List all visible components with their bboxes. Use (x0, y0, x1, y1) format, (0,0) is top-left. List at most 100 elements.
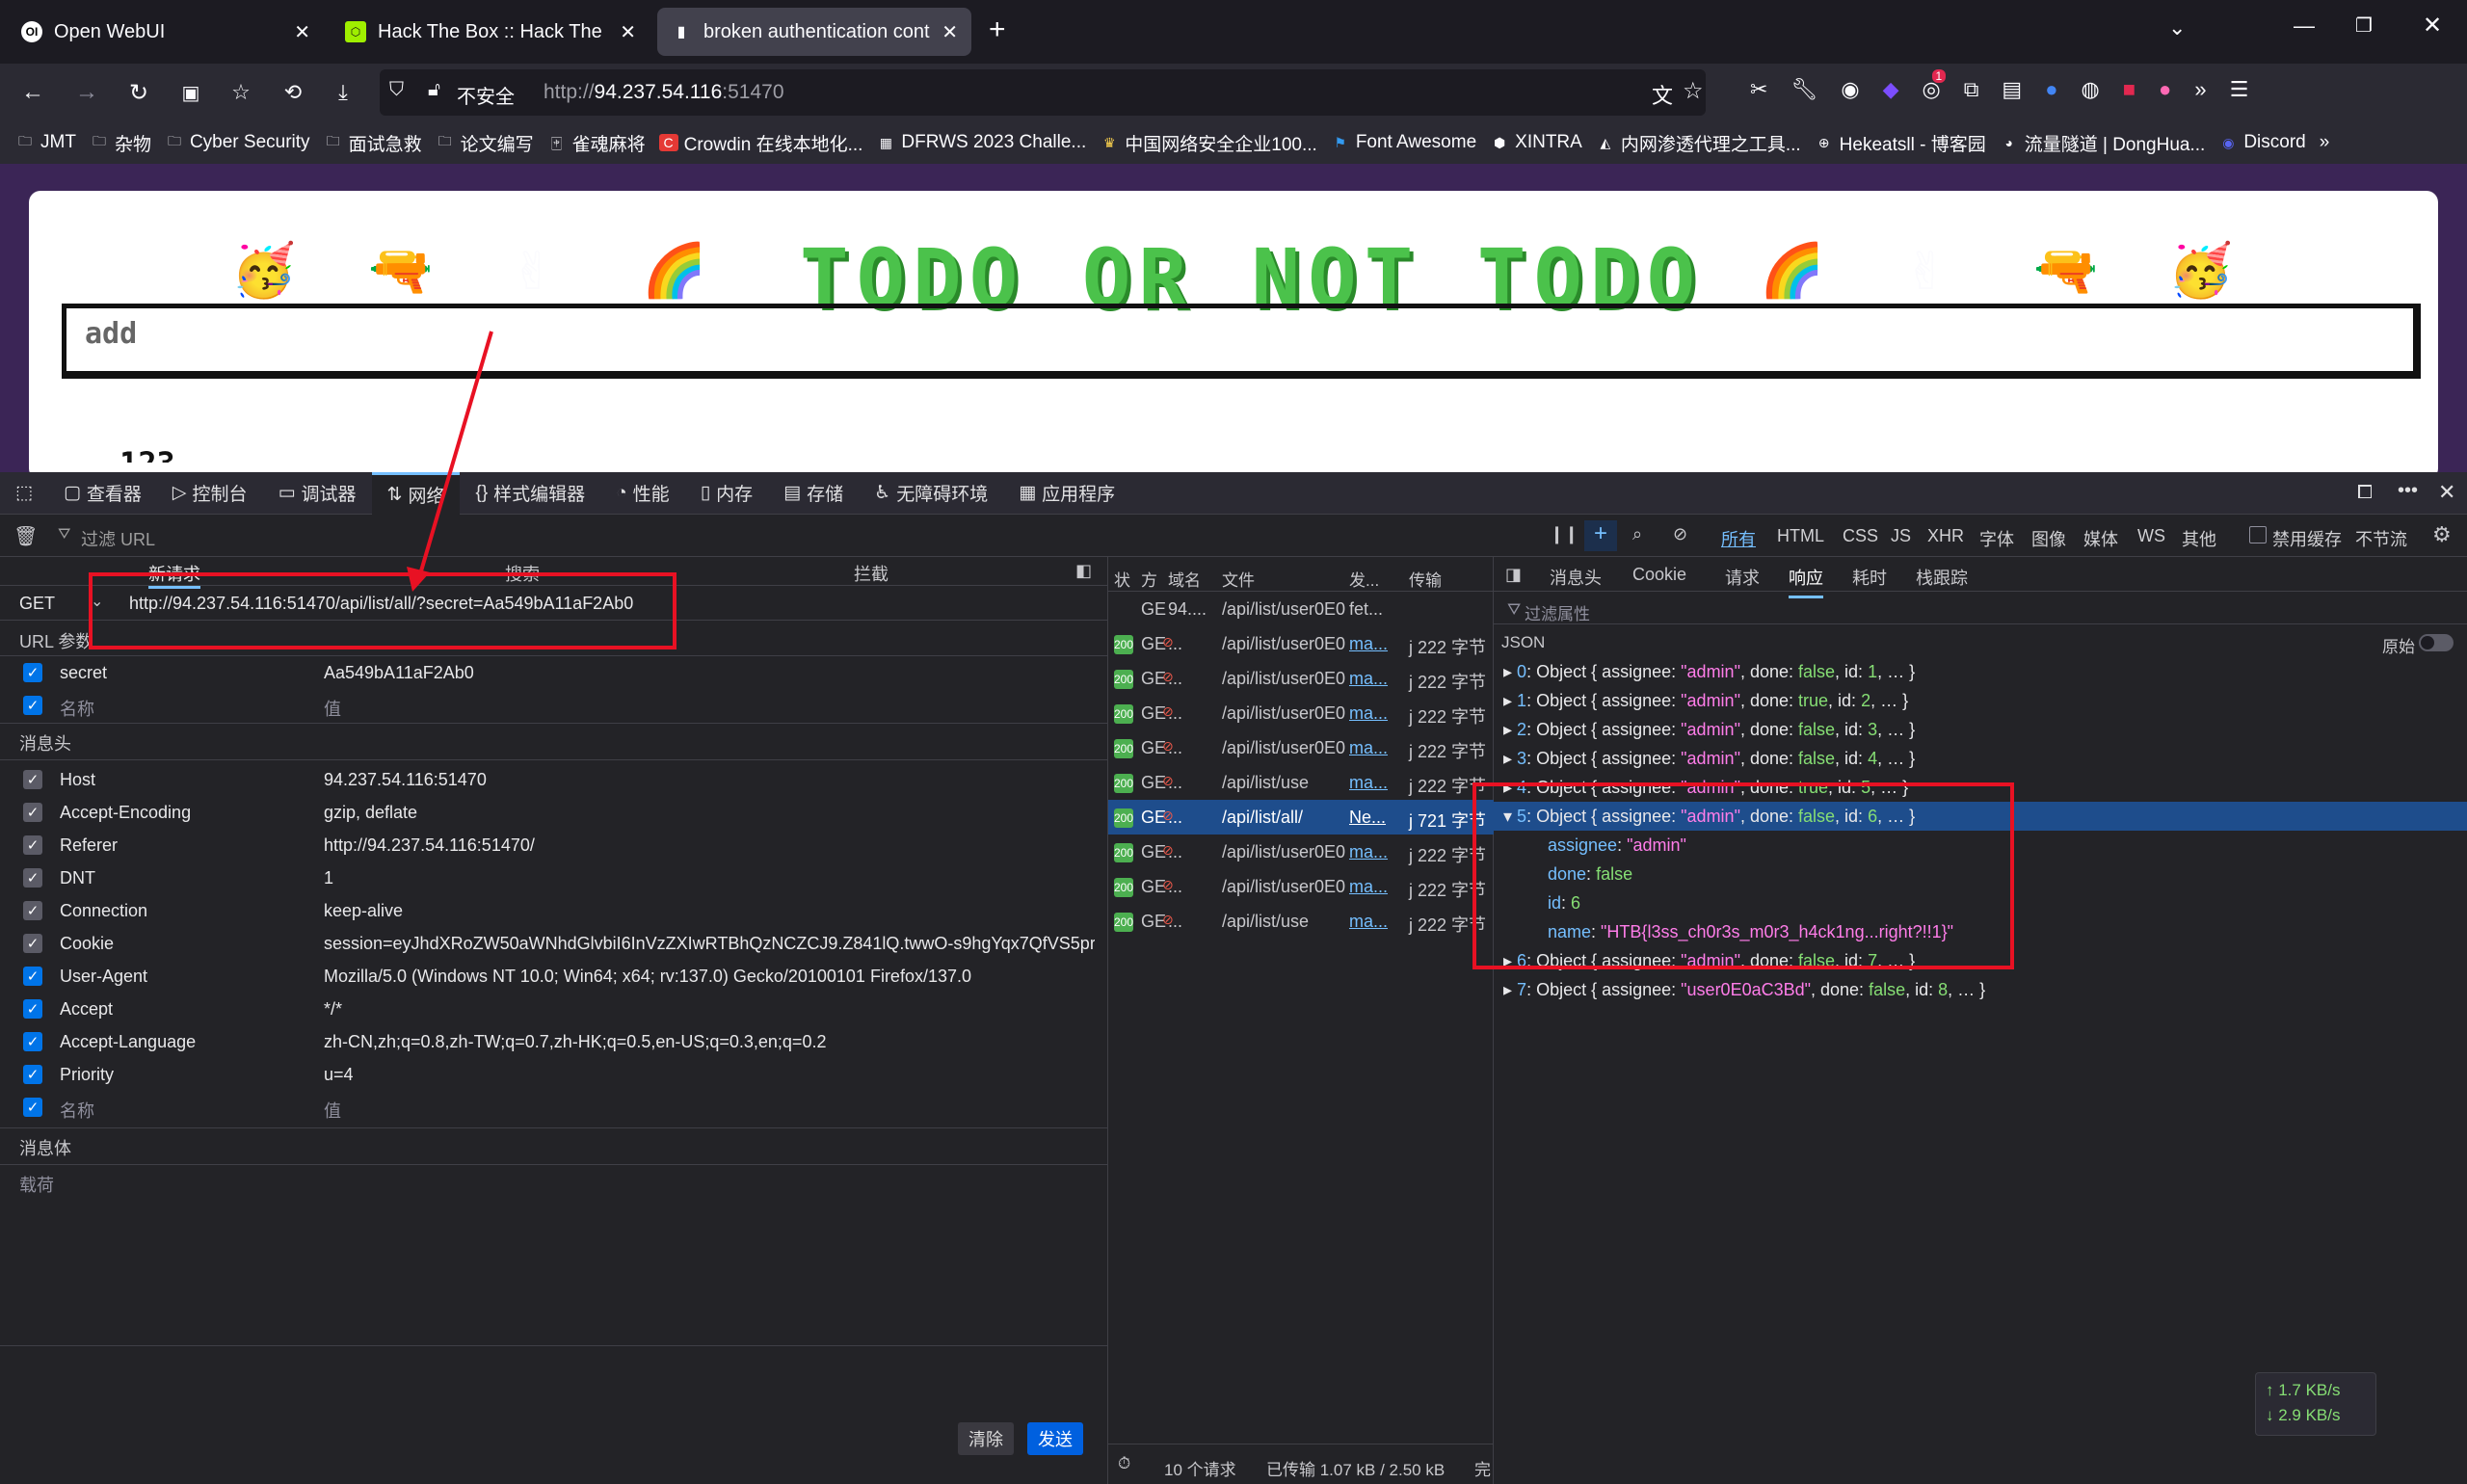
checkbox[interactable]: ✓ (23, 868, 42, 888)
header-name[interactable]: Accept-Language (60, 1032, 196, 1052)
puzzle-icon[interactable]: ⧉ (1964, 77, 1979, 102)
param-value[interactable]: Aa549bA11aF2Ab0 (324, 663, 1095, 683)
bookmark-folder[interactable]: 🗀︎ JMT (15, 132, 76, 153)
request-row[interactable]: 200 GE.../api/list/user0E0 ma... j 222 字节 ⊘ (1108, 626, 1494, 661)
checkbox[interactable]: ✓ (23, 770, 42, 789)
json-row[interactable]: ▸ 7: Object { assignee: "user0E0aC3Bd", … (1494, 975, 2467, 1004)
filter-html[interactable]: HTML (1777, 526, 1824, 546)
filter-xhr[interactable]: XHR (1927, 526, 1964, 546)
json-row[interactable]: ▸ 1: Object { assignee: "admin", done: t… (1494, 686, 2467, 715)
tab-console[interactable]: ▷ 控制台 (157, 472, 263, 515)
bookmark-link[interactable]: ⚑ Font Awesome (1331, 132, 1477, 153)
tab-hackthebox[interactable]: ⬡ Hack The Box :: Hack The Box ✕ (332, 8, 650, 56)
window-close-icon[interactable]: ✕ (2423, 12, 2442, 40)
header-value[interactable]: */* (324, 999, 1095, 1020)
header-value[interactable]: 值 (324, 1098, 1095, 1123)
header-value[interactable]: 94.237.54.116:51470 (324, 770, 1095, 790)
tab-style-editor[interactable]: {} 样式编辑器 (460, 472, 600, 515)
pick-element-icon[interactable]: ⬚ (0, 472, 48, 515)
header-row[interactable]: ✓ 名称 值 (0, 1091, 1108, 1124)
header-value[interactable]: Mozilla/5.0 (Windows NT 10.0; Win64; x64… (324, 967, 1095, 987)
bookmarks-overflow-icon[interactable]: » (2320, 132, 2330, 153)
header-row[interactable]: ✓ Accept-Encoding gzip, deflate (0, 796, 1108, 829)
json-row[interactable]: ▸ 2: Object { assignee: "admin", done: f… (1494, 715, 2467, 744)
tab-application[interactable]: ▦ 应用程序 (1003, 472, 1130, 515)
extension-icon[interactable]: ◎ 1 (1923, 69, 1947, 102)
checkbox[interactable]: ✓ (23, 1065, 42, 1084)
throttle-select[interactable]: 不节流 (2355, 526, 2407, 551)
request-row[interactable]: 200 GE.../api/list/user0E0 ma... j 222 字节 ⊘ (1108, 835, 1494, 869)
tab-performance[interactable]: ◔ 性能 (600, 472, 685, 515)
header-row[interactable]: ✓ Priority u=4 (0, 1058, 1108, 1091)
forward-icon[interactable]: → (71, 77, 102, 108)
filter-css[interactable]: CSS (1843, 526, 1878, 546)
tab-accessibility[interactable]: ♿︎ 无障碍环境 (859, 472, 1003, 515)
header-name[interactable]: Accept (60, 999, 113, 1020)
send-button[interactable]: 发送 (1027, 1422, 1083, 1455)
request-row[interactable]: 200 GE.../api/list/user0E0 ma... j 222 字节 ⊘ (1108, 869, 1494, 904)
bookmark-link[interactable]: ⬢ XINTRA (1490, 132, 1582, 153)
checkbox[interactable]: ✓ (23, 1098, 42, 1117)
extension-icon[interactable]: ◉ (1841, 77, 1859, 102)
header-value[interactable]: u=4 (324, 1065, 1095, 1085)
bookmark-folder[interactable]: 🗀︎ Cyber Security (165, 132, 310, 153)
col-method[interactable]: 方 (1141, 567, 1157, 591)
url-param-row[interactable]: ✓ 名称 值 (0, 689, 1108, 722)
tab-cookie[interactable]: Cookie (1632, 565, 1686, 585)
header-name[interactable]: Host (60, 770, 95, 790)
todo-item[interactable]: 123 (119, 445, 175, 463)
close-icon[interactable]: ✕ (942, 20, 958, 44)
checkbox[interactable]: ✓ (23, 663, 42, 682)
bookmark-link[interactable]: ⊕ Hekeatsll - 博客园 (1815, 130, 1986, 156)
filter-media[interactable]: 媒体 (2083, 526, 2118, 551)
header-value[interactable]: zh-CN,zh;q=0.8,zh-TW;q=0.7,zh-HK;q=0.5,e… (324, 1032, 1095, 1052)
close-devtools-icon[interactable]: ✕ (2438, 480, 2455, 505)
header-name[interactable]: 名称 (60, 1098, 94, 1123)
insecure-lock-icon[interactable]: 🔓︎ (428, 79, 440, 101)
col-file[interactable]: 文件 (1222, 567, 1255, 591)
bookmark-manager-icon[interactable]: ☆ (225, 77, 256, 108)
block-icon[interactable]: ⊘ (1673, 524, 1687, 544)
overflow-chevron-icon[interactable]: » (2194, 77, 2206, 102)
url-param-row[interactable]: ✓ secret Aa549bA11aF2Ab0 (0, 656, 1108, 689)
translate-icon[interactable]: 文 (1652, 79, 1673, 110)
checkbox[interactable]: ✓ (23, 1032, 42, 1051)
filter-fonts[interactable]: 字体 (1979, 526, 2014, 551)
restore-icon[interactable]: ❐ (2355, 13, 2373, 38)
checkbox[interactable]: ✓ (23, 901, 42, 920)
tab-timings[interactable]: 耗时 (1852, 565, 1887, 590)
extension-icon[interactable]: ◍ (2082, 77, 2100, 102)
request-row[interactable]: 200 GE.../api/list/all/Ne... j 721 字节 ⊘ (1108, 800, 1494, 835)
checkbox[interactable]: ✓ (23, 999, 42, 1019)
pause-icon[interactable]: ❙❙ (1550, 524, 1578, 544)
tab-broken-auth[interactable]: ▮ broken authentication contro ✕ (657, 8, 971, 56)
wrench-icon[interactable]: 🔧︎ (1791, 77, 1817, 102)
new-request-plus-icon[interactable]: + (1584, 520, 1617, 551)
request-row[interactable]: 200 GE.../api/list/use ma... j 222 字节 ⊘ (1108, 904, 1494, 939)
filter-other[interactable]: 其他 (2182, 526, 2216, 551)
raw-toggle[interactable] (2419, 634, 2454, 651)
header-name[interactable]: Cookie (60, 934, 114, 954)
header-value[interactable]: session=eyJhdXRoZW50aWNhdGlvbiI6InVzZXIw… (324, 934, 1095, 954)
tab-list-chevron-icon[interactable]: ⌄ (2168, 15, 2186, 40)
header-name[interactable]: Accept-Encoding (60, 803, 191, 823)
filter-all[interactable]: 所有 (1721, 526, 1756, 551)
header-row[interactable]: ✓ Cookie session=eyJhdXRoZW50aWNhdGlvbiI6I… (0, 927, 1108, 960)
url-bar[interactable]: ⛉ 🔓︎ 不安全 http://94.237.54.116:51470 文 ☆ (380, 69, 1706, 116)
json-row[interactable]: ▸ 0: Object { assignee: "admin", done: f… (1494, 657, 2467, 686)
tab-memory[interactable]: ▯ 内存 (685, 472, 768, 515)
checkbox[interactable]: ✓ (23, 835, 42, 855)
extension-icon[interactable]: ✂ (1750, 77, 1767, 102)
json-row[interactable]: ▸ 3: Object { assignee: "admin", done: f… (1494, 744, 2467, 773)
tab-storage[interactable]: ▤ 存储 (768, 472, 859, 515)
request-row[interactable]: 200 GE.../api/list/user0E0 ma... j 222 字节 ⊘ (1108, 661, 1494, 696)
toggle-sidebar-icon[interactable]: ◧ (1075, 561, 1092, 581)
extension-icon[interactable]: ● (2159, 77, 2171, 102)
request-row[interactable]: 200 GE.../api/list/user0E0 ma... j 222 字节 ⊘ (1108, 730, 1494, 765)
sidebar-toggle-icon[interactable]: ◨ (1505, 565, 1522, 585)
header-row[interactable]: ✓ Accept-Language zh-CN,zh;q=0.8,zh-TW;q=0… (0, 1025, 1108, 1058)
header-name[interactable]: Referer (60, 835, 118, 856)
tab-open-webui[interactable]: OI Open WebUI ✕ (8, 8, 324, 56)
bookmark-link[interactable]: ◉ Discord (2218, 132, 2306, 153)
param-name[interactable]: secret (60, 663, 107, 683)
